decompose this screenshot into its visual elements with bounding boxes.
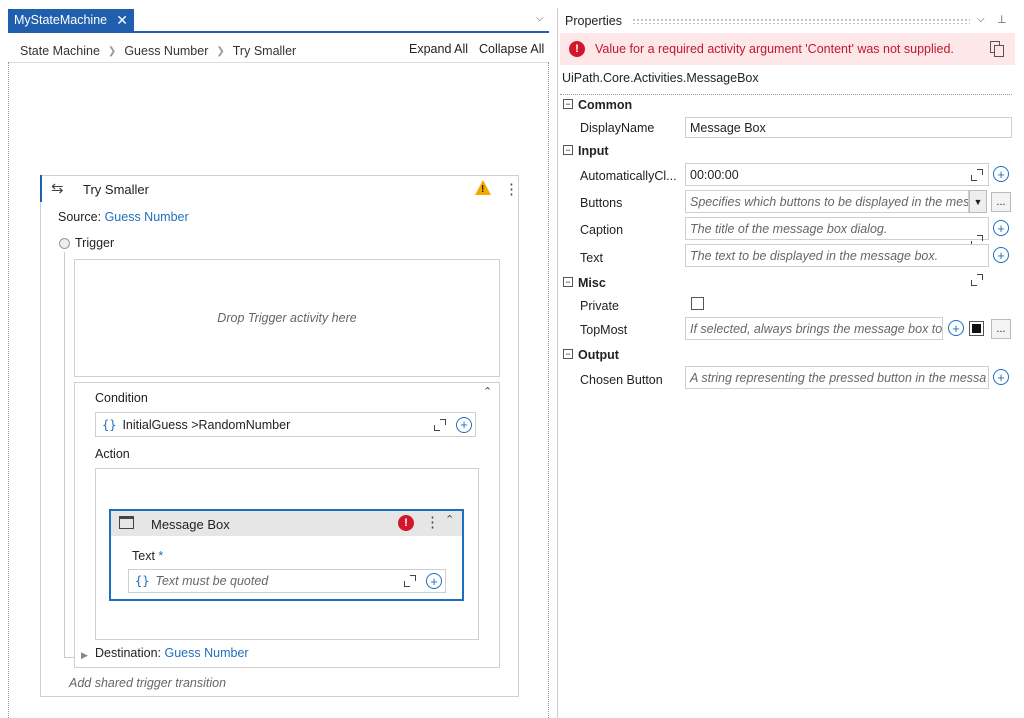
state-header-accent <box>40 175 42 202</box>
tab-title: MyStateMachine <box>14 13 108 27</box>
source-link[interactable]: Guess Number <box>105 210 189 224</box>
expand-editor-icon[interactable] <box>971 169 983 181</box>
collapse-category-icon[interactable]: − <box>563 349 573 359</box>
category-misc: Misc <box>578 276 606 290</box>
breadcrumb-item-guess-number[interactable]: Guess Number <box>124 44 208 58</box>
text-label: Text <box>132 549 155 563</box>
action-label: Action <box>95 447 130 461</box>
destination-row: Destination: Guess Number <box>95 646 249 660</box>
add-shared-trigger-link[interactable]: Add shared trigger transition <box>69 676 226 690</box>
breadcrumb-item-state-machine[interactable]: State Machine <box>20 44 100 58</box>
source-row: Source: Guess Number <box>58 210 189 224</box>
buttons-select[interactable]: Specifies which buttons to be displayed … <box>685 190 969 213</box>
activity-type-name: UiPath.Core.Activities.MessageBox <box>562 71 759 85</box>
checkbox-filled-icon[interactable] <box>969 321 984 336</box>
destination-label: Destination: <box>95 646 162 660</box>
property-label: Text <box>580 251 603 265</box>
properties-title: Properties <box>565 14 622 28</box>
more-options-icon[interactable]: ⋮ <box>504 180 519 198</box>
add-icon[interactable]: + <box>456 416 472 433</box>
collapse-category-icon[interactable]: − <box>563 277 573 287</box>
warning-mark: ! <box>481 184 485 195</box>
message-box-icon <box>119 516 134 529</box>
category-input: Input <box>578 144 609 158</box>
error-icon: ! <box>569 41 585 57</box>
more-options-icon[interactable]: ⋮ <box>425 513 440 531</box>
text-field-label: Text * <box>132 549 163 563</box>
collapse-all-button[interactable]: Collapse All <box>479 42 544 56</box>
add-icon[interactable]: + <box>993 166 1009 182</box>
tab-strip-line <box>8 31 549 33</box>
expression-icon: {} <box>102 417 117 432</box>
destination-link[interactable]: Guess Number <box>165 646 249 660</box>
destination-arrow-icon: ▶ <box>81 650 88 660</box>
checkbox-fill <box>972 324 981 333</box>
property-label: AutomaticallyCl... <box>580 169 677 183</box>
chevron-down-icon[interactable]: ⌵ <box>977 14 985 25</box>
trigger-label: Trigger <box>75 236 115 250</box>
trigger-drop-zone[interactable]: Drop Trigger activity here <box>74 259 500 377</box>
tree-line <box>64 252 65 657</box>
panel-grip <box>632 18 970 24</box>
chevron-right-icon: ❯ <box>107 45 117 57</box>
dropdown-icon[interactable]: ▼ <box>969 190 987 213</box>
display-name-input[interactable]: Message Box <box>685 117 1012 138</box>
add-icon[interactable]: + <box>948 320 964 336</box>
collapse-icon[interactable]: ⌃︎ <box>483 385 492 398</box>
breadcrumb-item-try-smaller[interactable]: Try Smaller <box>233 44 296 58</box>
chevron-down-icon[interactable]: ⌵ <box>536 13 544 24</box>
error-message: Value for a required activity argument '… <box>595 42 954 56</box>
property-grid <box>560 94 1012 392</box>
drop-hint: Drop Trigger activity here <box>217 311 357 325</box>
close-icon[interactable]: ✕ <box>116 12 128 29</box>
auto-close-input[interactable]: 00:00:00 <box>685 163 989 186</box>
tab-mystatemachine[interactable]: MyStateMachine ✕ <box>8 9 134 31</box>
collapse-category-icon[interactable]: − <box>563 145 573 155</box>
collapse-icon[interactable]: ⌃︎ <box>445 513 454 526</box>
property-label: DisplayName <box>580 121 655 135</box>
private-checkbox[interactable] <box>691 297 704 310</box>
collapse-category-icon[interactable]: − <box>563 99 573 109</box>
expand-editor-icon[interactable] <box>404 575 416 587</box>
pin-icon[interactable]: ⊥ <box>997 13 1007 26</box>
property-label: Caption <box>580 223 624 237</box>
expand-editor-icon[interactable] <box>971 274 983 286</box>
expand-all-button[interactable]: Expand All <box>409 42 468 56</box>
message-box-title: Message Box <box>151 517 230 532</box>
property-label: TopMost <box>580 323 628 337</box>
property-label: Private <box>580 299 619 313</box>
add-icon[interactable]: + <box>993 369 1009 385</box>
add-icon[interactable]: + <box>993 247 1009 263</box>
ellipsis-button[interactable]: ... <box>991 319 1011 339</box>
required-mark: * <box>158 549 164 563</box>
trigger-radio[interactable] <box>59 238 70 249</box>
category-output: Output <box>578 348 619 362</box>
state-title: Try Smaller <box>83 182 149 197</box>
condition-value: InitialGuess >RandomNumber <box>122 417 291 432</box>
expand-editor-icon[interactable] <box>434 418 446 431</box>
breadcrumb: State Machine ❯ Guess Number ❯ Try Small… <box>20 43 296 59</box>
topmost-input[interactable]: If selected, always brings the message b… <box>685 317 943 340</box>
copy-icon-back <box>994 45 1004 57</box>
add-icon[interactable]: + <box>993 220 1009 236</box>
add-icon[interactable]: + <box>426 573 442 589</box>
chevron-right-icon: ❯ <box>216 45 225 57</box>
text-placeholder: Text must be quoted <box>155 574 269 588</box>
text-input[interactable]: {} Text must be quoted + <box>128 569 446 593</box>
condition-label: Condition <box>95 391 148 405</box>
property-label: Chosen Button <box>580 373 663 387</box>
caption-input[interactable]: The title of the message box dialog. <box>685 217 989 240</box>
source-label: Source: <box>58 210 102 224</box>
transition-icon: ⇆ <box>51 180 64 197</box>
chosen-button-input[interactable]: A string representing the pressed button… <box>685 366 989 389</box>
error-icon: ! <box>398 515 414 531</box>
expression-icon: {} <box>135 574 150 588</box>
condition-input[interactable]: {} InitialGuess >RandomNumber + <box>95 412 476 437</box>
category-common: Common <box>578 98 633 112</box>
property-label: Buttons <box>580 196 623 210</box>
text-property-input[interactable]: The text to be displayed in the message … <box>685 244 989 267</box>
ellipsis-button[interactable]: ... <box>991 192 1011 212</box>
